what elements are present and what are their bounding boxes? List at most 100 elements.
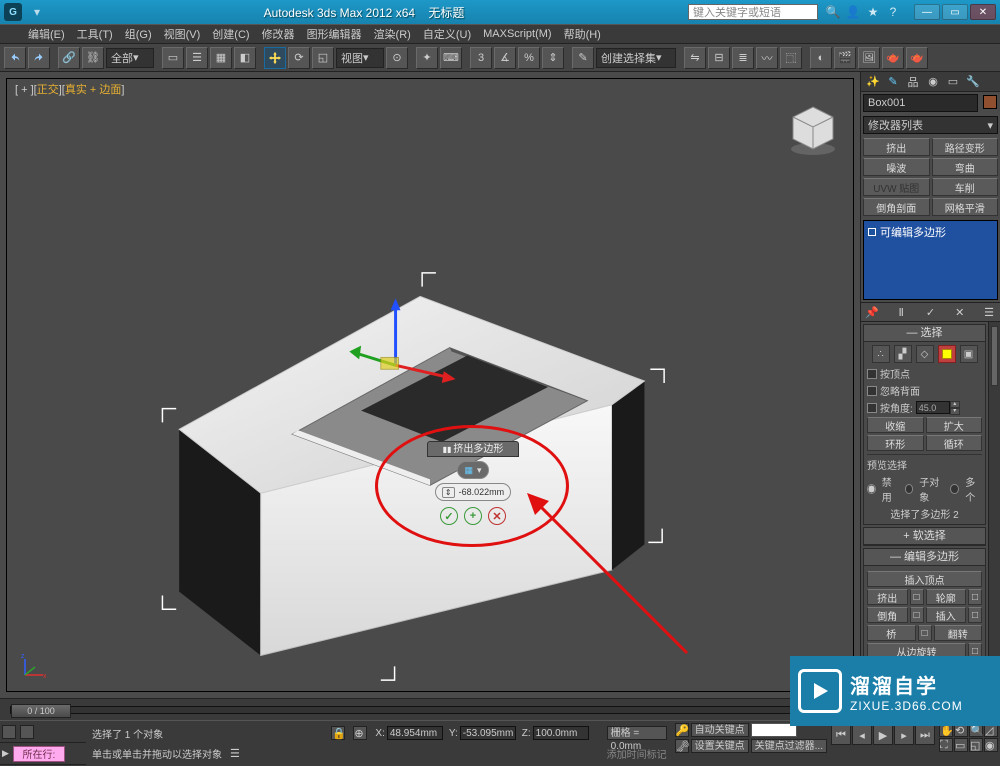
transform-type-icon[interactable]: ⊕ [353,726,367,740]
panel-display-icon[interactable]: ▭ [945,74,961,90]
favorite-icon[interactable]: ★ [866,5,880,19]
unlink-button[interactable]: ⛓ [82,47,104,69]
menu-create[interactable]: 创建(C) [212,26,249,42]
selection-filter-dropdown[interactable]: 全部 ▾ [106,48,154,68]
undo-button[interactable] [4,47,26,69]
menu-edit[interactable]: 编辑(E) [28,26,65,42]
extrude-settings-button[interactable]: □ [910,589,924,605]
autokey-toggle-icon[interactable]: 🔑 [675,723,689,737]
pivot-button[interactable]: ⊙ [386,47,408,69]
ref-coord-dropdown[interactable]: 视图 ▾ [336,48,384,68]
next-frame-button[interactable]: ▸ [894,725,914,745]
minimize-button[interactable]: — [914,4,940,20]
mod-lathe-button[interactable]: 车削 [932,178,999,196]
mod-bend-button[interactable]: 弯曲 [932,158,999,176]
add-time-tag-label[interactable]: 添加时间标记 [607,746,667,761]
menu-grapheditors[interactable]: 图形编辑器 [307,26,362,42]
setkey-icon[interactable]: 🗝 [675,739,689,753]
config-stack-icon[interactable]: ☰ [982,305,996,319]
render-frame-button[interactable]: 🖼 [858,47,880,69]
nav-zoomall-icon[interactable]: ▭ [954,738,968,752]
rollout-head-selection[interactable]: — 选择 [864,325,985,342]
coord-z-input[interactable] [533,726,589,740]
bridge-button[interactable]: 桥 [867,625,916,641]
quick-render-button[interactable]: 🫖 [906,47,928,69]
menu-rendering[interactable]: 渲染(R) [374,26,411,42]
window-crossing-button[interactable]: ◧ [234,47,256,69]
goto-end-button[interactable]: ⏭ [915,725,935,745]
ignore-backfacing-checkbox[interactable] [867,386,877,396]
prev-frame-button[interactable]: ◂ [852,725,872,745]
insert-vertex-button[interactable]: 插入顶点 [867,571,982,587]
by-vertex-checkbox[interactable] [867,369,877,379]
grow-button[interactable]: 扩大 [926,417,983,433]
subobj-border-icon[interactable]: ◇ [916,345,934,363]
coord-y-input[interactable] [460,726,516,740]
percent-snap-button[interactable]: % [518,47,540,69]
unique-icon[interactable]: ✓ [924,305,938,319]
bridge-settings-button[interactable]: □ [918,625,932,641]
select-manip-button[interactable]: ✦ [416,47,438,69]
mod-bevelprofile-button[interactable]: 倒角剖面 [863,198,930,216]
setkey-button[interactable]: 设置关键点 [691,739,749,753]
menu-tools[interactable]: 工具(T) [77,26,113,42]
panel-motion-icon[interactable]: ◉ [925,74,941,90]
curve-editor-button[interactable]: 〰 [756,47,778,69]
mirror-button[interactable]: ⇋ [684,47,706,69]
trackbar-keys-button[interactable] [20,725,34,739]
caddy-apply-button[interactable]: + [464,507,482,525]
schematic-button[interactable]: ⿹ [780,47,802,69]
menu-group[interactable]: 组(G) [125,26,152,42]
mod-uvwmap-button[interactable]: UVW 贴图 [863,178,930,196]
angle-input[interactable] [916,401,950,414]
goto-start-button[interactable]: ⏮ [831,725,851,745]
menu-maxscript[interactable]: MAXScript(M) [483,28,551,40]
play-button[interactable]: ▶ [873,725,893,745]
viewport-area[interactable]: [ + ][正交][真实 + 边面] [0,72,860,698]
nav-maxview-icon[interactable]: ◱ [969,738,983,752]
material-editor-button[interactable]: ◐ [810,47,832,69]
render-button[interactable]: 🫖 [882,47,904,69]
rollout-head-editpoly[interactable]: — 编辑多边形 [864,549,985,566]
render-setup-button[interactable]: 🎬 [834,47,856,69]
align-button[interactable]: ⊟ [708,47,730,69]
select-name-button[interactable]: ☰ [186,47,208,69]
preview-off-radio[interactable] [867,484,876,494]
layer-button[interactable]: ≣ [732,47,754,69]
caddy-title[interactable]: ▮▮挤出多边形 [427,441,519,457]
signin-icon[interactable]: 👤 [846,5,860,19]
search-icon[interactable]: 🔍 [826,5,840,19]
bevel-button[interactable]: 倒角 [867,607,908,623]
redo-button[interactable] [28,47,50,69]
object-name-input[interactable]: Box001 [863,94,978,112]
stack-item-editable-poly[interactable]: 可编辑多边形 [866,223,995,241]
trackbar-mini-button[interactable] [2,725,16,739]
spinner-snap-button[interactable]: ⇕ [542,47,564,69]
menu-modifiers[interactable]: 修改器 [262,26,295,42]
time-thumb[interactable]: 0 / 100 [11,704,71,718]
mod-pathdeform-button[interactable]: 路径变形 [932,138,999,156]
select-button[interactable]: ▭ [162,47,184,69]
maximize-button[interactable]: ▭ [942,4,968,20]
key-filters-button[interactable]: 关键点过滤器... [751,739,827,753]
remove-mod-icon[interactable]: ✕ [953,305,967,319]
modifier-list-dropdown[interactable]: 修改器列表▾ [863,116,998,134]
object-color-swatch[interactable] [983,95,997,109]
select-region-button[interactable]: ▦ [210,47,232,69]
panel-create-icon[interactable]: ✨ [865,74,881,90]
help-search-input[interactable]: 键入关键字或短语 [688,4,818,20]
link-button[interactable]: 🔗 [58,47,80,69]
menu-views[interactable]: 视图(V) [164,26,201,42]
shrink-button[interactable]: 收缩 [867,417,924,433]
pin-stack-icon[interactable]: 📌 [865,305,879,319]
caddy-cancel-button[interactable]: ✕ [488,507,506,525]
preview-multi-radio[interactable] [950,484,959,494]
subobj-element-icon[interactable]: ▣ [960,345,978,363]
inset-button[interactable]: 插入 [926,607,967,623]
caddy-mode-button[interactable]: ▦▾ [457,461,488,479]
show-end-icon[interactable]: Ⅱ [894,305,908,319]
bevel-settings-button[interactable]: □ [910,607,924,623]
menu-help[interactable]: 帮助(H) [564,26,601,42]
subobj-vertex-icon[interactable]: ∴ [872,345,890,363]
snap-toggle-button[interactable]: 3 [470,47,492,69]
